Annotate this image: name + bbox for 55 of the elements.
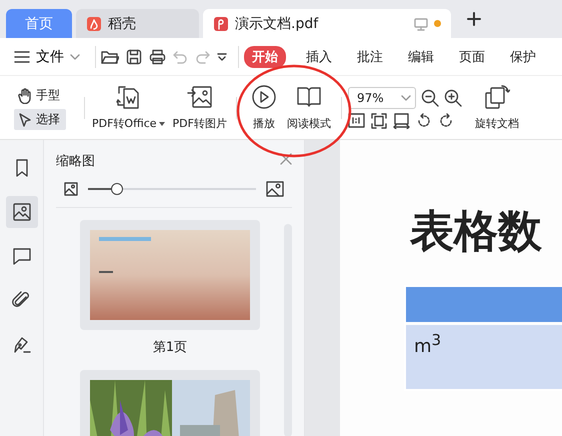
fit-width-icon[interactable] xyxy=(392,112,410,128)
tab[interactable]: 稻壳 xyxy=(76,9,199,38)
zoom-in-icon[interactable] xyxy=(444,88,462,106)
convert-document-icon xyxy=(115,84,142,110)
small-image-icon[interactable] xyxy=(64,182,78,196)
large-image-icon[interactable] xyxy=(266,180,284,196)
fit-page-icon[interactable] xyxy=(370,112,387,128)
play-icon xyxy=(250,84,277,110)
plus-icon xyxy=(467,12,481,26)
flame-icon xyxy=(86,16,102,32)
hand-icon xyxy=(17,88,33,104)
comment-icon xyxy=(12,246,32,266)
tool-button[interactable]: 手型 xyxy=(14,85,66,106)
close-icon xyxy=(280,153,292,165)
rotate-document-button[interactable]: 旋转文档 xyxy=(472,84,522,131)
menu-icon xyxy=(14,50,30,62)
menu-tab[interactable]: 插入 xyxy=(298,46,340,68)
menu-tab[interactable]: 开始 xyxy=(244,46,286,68)
view-button[interactable]: 播放 xyxy=(246,84,281,131)
page-thumbnail[interactable] xyxy=(80,370,260,436)
rotate-right-icon[interactable] xyxy=(438,112,454,128)
document-heading: 表格数 xyxy=(410,205,543,259)
tab[interactable]: 演示文档.pdf xyxy=(203,9,451,38)
file-menu-button[interactable]: 文件 xyxy=(14,48,80,66)
page-thumbnail[interactable] xyxy=(80,220,260,330)
slider-thumb[interactable] xyxy=(110,182,123,194)
image-export-icon xyxy=(186,84,213,110)
zoom-out-icon[interactable] xyxy=(420,88,439,106)
convert-button[interactable]: PDF转图片 xyxy=(170,84,230,131)
save-icon[interactable] xyxy=(126,48,142,64)
image-icon xyxy=(12,202,32,222)
rotate-left-icon[interactable] xyxy=(416,112,432,128)
chevron-down-icon xyxy=(70,54,80,60)
folder-icon[interactable] xyxy=(101,48,119,64)
size-slider[interactable] xyxy=(88,182,256,196)
sidebar-button[interactable] xyxy=(6,196,38,228)
tool-button[interactable]: 选择 xyxy=(14,109,66,130)
pointer-icon xyxy=(17,112,33,128)
print-icon[interactable] xyxy=(149,48,166,64)
page-label: 第1页 xyxy=(152,339,188,356)
actual-size-icon[interactable] xyxy=(348,113,365,128)
dropdown-icon[interactable] xyxy=(217,52,227,62)
menu-tab[interactable]: 保护 xyxy=(502,46,544,68)
zoom-dropdown[interactable]: 97% xyxy=(348,86,416,108)
paperclip-icon xyxy=(12,290,32,310)
menu-tab[interactable]: 批注 xyxy=(349,46,391,68)
menu-tab[interactable]: 页面 xyxy=(451,46,493,68)
view-button[interactable]: 阅读模式 xyxy=(282,84,335,131)
menu-tab[interactable]: 编辑 xyxy=(400,46,442,68)
table-cell: m$^{3}$ xyxy=(406,325,562,389)
panel-title: 缩略图 xyxy=(56,153,95,170)
convert-button[interactable]: PDF转Office xyxy=(89,84,168,131)
pdf-file-icon xyxy=(213,16,229,32)
chevron-down-icon xyxy=(400,94,411,100)
rotate-pages-icon xyxy=(484,84,510,110)
